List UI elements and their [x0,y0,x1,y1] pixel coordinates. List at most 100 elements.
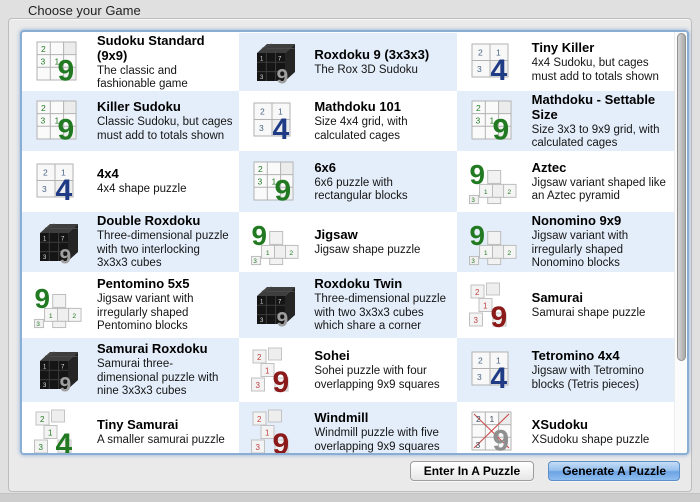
game-item[interactable]: 2 3 1 9 6x6 6x6 puzzle with rectangular … [239,151,456,212]
game-grid: 2 3 1 9 Sudoku Standard (9x9) The classi… [22,33,674,453]
game-title: Tetromino 4x4 [532,348,668,363]
game-description: Samurai three-dimensional puzzle with ni… [97,358,233,399]
svg-text:3: 3 [475,440,480,450]
game-description: Three-dimensional puzzle with two interl… [97,230,233,271]
svg-text:2: 2 [40,415,45,424]
game-item[interactable]: 2 3 1 9 Sudoku Standard (9x9) The classi… [22,33,239,91]
sudoku-4x4-grid-icon: 2 1 3 4 [469,41,517,83]
svg-text:9: 9 [492,425,509,454]
svg-text:2: 2 [257,415,262,424]
game-item[interactable]: 1 2 3 9 Pentomino 5x5 Jigsaw variant wit… [22,272,239,338]
roxdoku-3d-cube-icon: 1 7 3 9 [34,348,82,392]
game-title: Mathdoku - Settable Size [532,92,668,122]
samurai-shape-icon: 2 1 3 9 [251,347,299,393]
svg-text:1: 1 [484,189,488,196]
game-title: Jigsaw [314,227,420,242]
svg-text:1: 1 [48,429,53,438]
jigsaw-shape-icon: 1 2 3 9 [469,219,517,266]
tiny-samurai-shape-icon: 2 1 3 4 [34,409,82,455]
game-item[interactable]: 2 1 3 4 Tetromino 4x4 Jigsaw with Tetrom… [457,338,674,402]
svg-text:2: 2 [476,103,481,113]
scrollbar-thumb[interactable] [677,33,686,361]
svg-text:9: 9 [58,114,75,143]
svg-text:4: 4 [490,54,507,83]
game-item[interactable]: 1 7 3 9 Roxdoku Twin Three-dimensional p… [239,272,456,338]
game-title: Aztec [532,160,668,175]
svg-text:4: 4 [490,362,507,391]
samurai-shape-icon: 2 1 3 9 [469,282,517,328]
game-item[interactable]: 1 7 3 9 Roxdoku 9 (3x3x3) The Rox 3D Sud… [239,33,456,91]
game-item[interactable]: 2 3 1 9 Killer Sudoku Classic Sudoku, bu… [22,91,239,151]
svg-text:9: 9 [60,246,72,265]
svg-text:1: 1 [489,414,494,424]
scrollbar-track[interactable] [674,32,687,453]
svg-text:3: 3 [256,381,261,390]
svg-text:9: 9 [273,428,290,455]
game-description: 4x4 Sudoku, but cages must add to totals… [532,57,668,84]
game-item[interactable]: 2 1 3 4 Mathdoku 101 Size 4x4 grid, with… [239,91,456,151]
samurai-shape-icon: 2 1 3 9 [251,409,299,455]
svg-text:9: 9 [492,114,509,143]
game-description: The classic and fashionable game [97,65,233,92]
enter-in-a-puzzle-button[interactable]: Enter In A Puzzle [410,461,534,481]
svg-text:1: 1 [483,302,488,311]
game-item[interactable]: 2 1 3 9 XSudoku XSudoku shape puzzle [457,402,674,455]
game-description: Sohei puzzle with four overlapping 9x9 s… [314,365,450,392]
svg-text:2: 2 [41,103,46,113]
game-description: Jigsaw variant shaped like an Aztec pyra… [532,177,668,204]
svg-text:2: 2 [476,414,481,424]
game-item[interactable]: 1 2 3 9 Aztec Jigsaw variant shaped like… [457,151,674,212]
svg-text:9: 9 [58,55,75,84]
game-title: Sudoku Standard (9x9) [97,33,233,63]
game-description: 4x4 shape puzzle [97,183,187,197]
game-description: Classic Sudoku, but cages must add to to… [97,116,233,143]
svg-text:9: 9 [469,159,484,190]
game-item[interactable]: 2 1 3 4 Tiny Killer 4x4 Sudoku, but cage… [457,33,674,91]
game-description: Size 3x3 to 9x9 grid, with calculated ca… [532,124,668,151]
sudoku-9x9-grid-icon: 2 3 1 9 [251,161,299,203]
jigsaw-shape-icon: 1 2 3 9 [469,158,517,205]
svg-text:9: 9 [252,219,267,250]
svg-text:3: 3 [41,57,46,67]
jigsaw-shape-icon: 1 2 3 9 [251,219,299,266]
svg-text:3: 3 [256,443,261,452]
game-item[interactable]: 2 1 3 4 Tiny Samurai A smaller samurai p… [22,402,239,455]
svg-text:4: 4 [56,428,73,455]
game-title: 4x4 [97,166,187,181]
game-title: Roxdoku Twin [314,276,450,291]
svg-text:3: 3 [254,258,258,265]
svg-text:3: 3 [471,258,475,265]
sudoku-9x9-grid-icon: 2 3 1 9 [34,41,82,83]
svg-text:4: 4 [273,113,290,142]
game-description: Jigsaw variant with irregularly shaped N… [532,230,668,271]
game-description: A smaller samurai puzzle [97,434,225,448]
svg-text:2: 2 [507,189,511,196]
game-title: Samurai [532,290,646,305]
game-item[interactable]: 1 2 3 9 Jigsaw Jigsaw shape puzzle [239,212,456,272]
svg-text:9: 9 [277,309,289,328]
game-item[interactable]: 2 1 3 9 Windmill Windmill puzzle with fi… [239,402,456,455]
svg-text:3: 3 [41,116,46,126]
svg-text:2: 2 [258,164,263,174]
game-item[interactable]: 2 3 1 9 Mathdoku - Settable Size Size 3x… [457,91,674,151]
game-item[interactable]: 1 2 3 9 Nonomino 9x9 Jigsaw variant with… [457,212,674,272]
game-item[interactable]: 1 7 3 9 Samurai Roxdoku Samurai three-di… [22,338,239,402]
svg-text:9: 9 [275,174,292,203]
game-title: Tiny Killer [532,40,668,55]
game-description: Jigsaw shape puzzle [314,244,420,258]
svg-text:2: 2 [260,107,265,117]
roxdoku-3d-cube-icon: 1 7 3 9 [251,283,299,327]
game-list[interactable]: 2 3 1 9 Sudoku Standard (9x9) The classi… [20,30,689,455]
game-item[interactable]: 2 1 3 9 Samurai Samurai shape puzzle [457,272,674,338]
game-title: Roxdoku 9 (3x3x3) [314,47,429,62]
game-description: XSudoku shape puzzle [532,434,650,448]
svg-text:9: 9 [273,366,290,393]
generate-a-puzzle-button[interactable]: Generate A Puzzle [548,461,680,481]
game-item[interactable]: 1 7 3 9 Double Roxdoku Three-dimensional… [22,212,239,272]
game-chooser-panel: 2 3 1 9 Sudoku Standard (9x9) The classi… [8,18,692,492]
svg-text:1: 1 [484,249,488,256]
svg-text:3: 3 [471,197,475,204]
game-item[interactable]: 2 1 3 4 4x4 4x4 shape puzzle [22,151,239,212]
game-item[interactable]: 2 1 3 9 Sohei Sohei puzzle with four ove… [239,338,456,402]
svg-text:3: 3 [42,184,47,194]
